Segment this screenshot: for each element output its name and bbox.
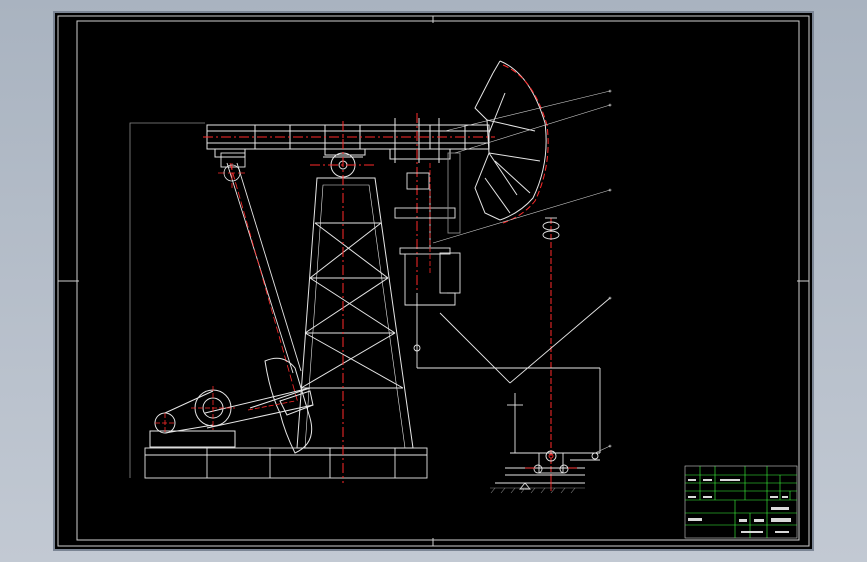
drawing-sheet — [55, 13, 812, 549]
pitman-centerline — [218, 162, 299, 404]
ground-hatch — [490, 487, 585, 494]
horse-head — [474, 60, 547, 221]
pumpjack-drawing — [57, 15, 810, 547]
title-block — [684, 465, 798, 539]
structure-outline — [129, 122, 205, 478]
horse-head-arc — [502, 64, 549, 224]
gear-reducer — [149, 389, 236, 448]
centerlines — [203, 113, 495, 483]
crank-counterweight — [204, 357, 314, 454]
drawing-frame — [57, 15, 810, 547]
samson-post — [296, 152, 414, 449]
hanger-column — [394, 152, 461, 306]
base-skid — [144, 447, 428, 479]
walking-beam — [206, 118, 490, 163]
pipeline — [413, 293, 611, 454]
pitman-arm — [220, 152, 302, 374]
wellhead — [495, 450, 600, 490]
gear-centerlines — [155, 386, 296, 433]
